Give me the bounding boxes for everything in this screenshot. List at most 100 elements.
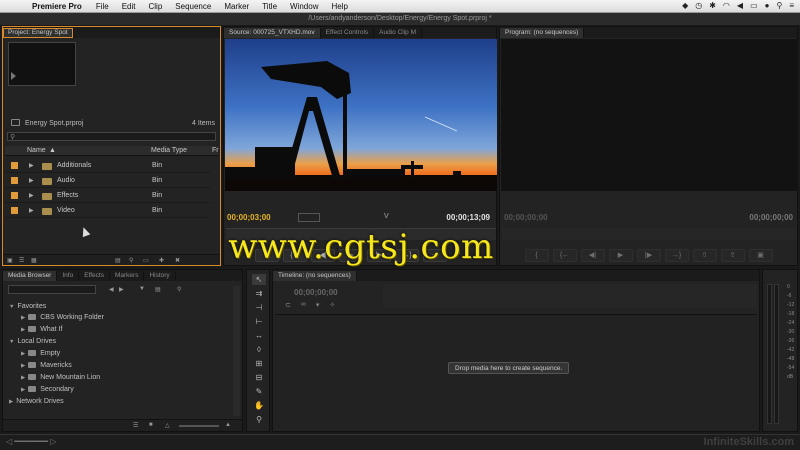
step-back-button[interactable]: ◀| bbox=[580, 249, 605, 262]
clock-icon[interactable]: ◷ bbox=[695, 1, 702, 10]
forward-icon[interactable]: ▶ bbox=[119, 286, 124, 293]
expand-icon[interactable]: ▶ bbox=[29, 207, 34, 214]
tree-item[interactable]: ▶ What If bbox=[21, 326, 62, 333]
tree-item[interactable]: ▶ New Mountain Lion bbox=[21, 374, 100, 381]
view-icon[interactable]: ▤ bbox=[155, 286, 161, 293]
label-color[interactable] bbox=[11, 162, 18, 169]
filter-icon[interactable]: ▼ bbox=[139, 286, 145, 292]
app-menu[interactable]: Premiere Pro bbox=[32, 2, 82, 11]
add-marker-icon[interactable]: ▾ bbox=[316, 301, 320, 309]
list-item[interactable]: ▶ Additionals Bin bbox=[5, 158, 210, 173]
rolling-edit-tool-icon[interactable]: ⊢ bbox=[252, 316, 266, 327]
icon-view-icon[interactable]: ▦ bbox=[31, 257, 37, 264]
linked-selection-icon[interactable]: ∞ bbox=[301, 301, 306, 309]
spotlight-icon[interactable]: ⚲ bbox=[776, 1, 782, 10]
search-icon[interactable]: ⚲ bbox=[177, 286, 181, 293]
new-item-icon[interactable]: ✚ bbox=[159, 257, 164, 264]
timeline-ruler[interactable] bbox=[383, 284, 757, 308]
label-color[interactable] bbox=[11, 177, 18, 184]
expand-icon[interactable]: ▶ bbox=[21, 327, 25, 333]
menu-sequence[interactable]: Sequence bbox=[175, 2, 211, 11]
automate-icon[interactable]: ▤ bbox=[115, 257, 121, 264]
expand-icon[interactable]: ▶ bbox=[21, 363, 25, 369]
source-video-frame[interactable] bbox=[225, 39, 497, 191]
razor-tool-icon[interactable]: ◊ bbox=[252, 344, 266, 355]
tree-item[interactable]: ▶ Empty bbox=[21, 350, 60, 357]
col-name[interactable]: Name bbox=[27, 147, 46, 154]
tab-audio-clip-mixer[interactable]: Audio Clip M bbox=[374, 28, 423, 38]
play-button[interactable]: ▶ bbox=[608, 249, 633, 262]
play-icon[interactable] bbox=[11, 72, 16, 80]
pen-tool-icon[interactable]: ✎ bbox=[252, 386, 266, 397]
back-icon[interactable]: ◀ bbox=[109, 286, 114, 293]
tab-info[interactable]: Info bbox=[57, 271, 80, 281]
menu-edit[interactable]: Edit bbox=[122, 2, 136, 11]
list-item[interactable]: ▶ Video Bin bbox=[5, 203, 210, 218]
source-timecode-in[interactable]: 00;00;03;00 bbox=[227, 213, 271, 222]
tree-local-drives[interactable]: ▼ Local Drives bbox=[9, 338, 56, 345]
path-dropdown[interactable] bbox=[8, 285, 96, 294]
slip-tool-icon[interactable]: ⊞ bbox=[252, 358, 266, 369]
export-frame-button[interactable]: ▣ bbox=[748, 249, 773, 262]
selection-tool-icon[interactable]: ↖ bbox=[252, 274, 266, 285]
sort-asc-icon[interactable]: ▲ bbox=[49, 147, 56, 154]
expand-icon[interactable]: ▶ bbox=[29, 162, 34, 169]
zoom-in-icon[interactable]: ▲ bbox=[225, 422, 231, 428]
tab-history[interactable]: History bbox=[144, 271, 176, 281]
battery-icon[interactable]: ▭ bbox=[750, 1, 758, 10]
timeline-timecode[interactable]: 00;00;00;00 bbox=[294, 288, 338, 297]
clear-icon[interactable]: ✖ bbox=[175, 257, 180, 264]
menu-window[interactable]: Window bbox=[290, 2, 318, 11]
collapse-icon[interactable]: ▼ bbox=[9, 304, 14, 310]
menu-file[interactable]: File bbox=[96, 2, 109, 11]
tab-timeline[interactable]: Timeline: (no sequences) bbox=[273, 271, 357, 281]
menu-clip[interactable]: Clip bbox=[149, 2, 163, 11]
track-select-tool-icon[interactable]: ⇉ bbox=[252, 288, 266, 299]
zoom-slider-icon[interactable]: ◁ ━━━━━━━ ▷ bbox=[6, 437, 56, 446]
step-forward-button[interactable]: |▶ bbox=[636, 249, 661, 262]
program-timecode[interactable]: 00;00;00;00 bbox=[504, 213, 548, 222]
volume-icon[interactable]: ◀ bbox=[737, 1, 743, 10]
tree-favorites[interactable]: ▼ Favorites bbox=[9, 303, 46, 310]
menu-marker[interactable]: Marker bbox=[224, 2, 249, 11]
go-to-out-button[interactable]: →} bbox=[664, 249, 689, 262]
label-color[interactable] bbox=[11, 192, 18, 199]
tab-program[interactable]: Program: (no sequences) bbox=[500, 28, 585, 38]
media-scrollbar[interactable] bbox=[233, 286, 240, 416]
expand-icon[interactable]: ▶ bbox=[9, 399, 13, 405]
list-view-icon[interactable]: ☰ bbox=[133, 422, 138, 429]
icon-view-icon[interactable]: ■ bbox=[149, 422, 153, 428]
program-time-ruler[interactable] bbox=[502, 228, 797, 240]
label-color[interactable] bbox=[11, 207, 18, 214]
zoom-slider[interactable] bbox=[179, 425, 219, 427]
tab-effect-controls[interactable]: Effect Controls bbox=[321, 28, 375, 38]
wrench-icon[interactable]: ✧ bbox=[329, 301, 335, 309]
zoom-fit-dropdown[interactable] bbox=[298, 213, 320, 222]
tab-project[interactable]: Project: Energy Spot bbox=[3, 28, 74, 38]
lift-button[interactable]: ⇧ bbox=[692, 249, 717, 262]
list-item[interactable]: ▶ Effects Bin bbox=[5, 188, 210, 203]
ripple-edit-tool-icon[interactable]: ⊣ bbox=[252, 302, 266, 313]
bluetooth-icon[interactable]: ✱ bbox=[709, 1, 716, 10]
tab-media-browser[interactable]: Media Browser bbox=[3, 271, 58, 281]
tab-source[interactable]: Source: 000725_VTXHD.mov bbox=[224, 28, 321, 38]
zoom-tool-icon[interactable]: ⚲ bbox=[252, 414, 266, 425]
wifi-icon[interactable]: ◠ bbox=[723, 1, 730, 10]
lock-icon[interactable]: ▣ bbox=[7, 257, 13, 264]
new-bin-icon[interactable]: ▭ bbox=[143, 257, 149, 264]
tree-network-drives[interactable]: ▶ Network Drives bbox=[9, 398, 64, 405]
slide-tool-icon[interactable]: ⊟ bbox=[252, 372, 266, 383]
zoom-out-icon[interactable]: △ bbox=[165, 422, 170, 429]
user-icon[interactable]: ● bbox=[765, 1, 770, 10]
tab-markers[interactable]: Markers bbox=[110, 271, 145, 281]
col-frame-rate[interactable]: Fr bbox=[212, 147, 219, 154]
list-view-icon[interactable]: ☰ bbox=[19, 257, 24, 264]
rate-stretch-tool-icon[interactable]: ↔ bbox=[252, 330, 266, 341]
mark-in-button[interactable]: { bbox=[524, 249, 549, 262]
snap-icon[interactable]: ⊂ bbox=[285, 301, 291, 309]
tree-item[interactable]: ▶ CBS Working Folder bbox=[21, 314, 104, 321]
menu-list-icon[interactable]: ≡ bbox=[789, 1, 794, 10]
hand-tool-icon[interactable]: ✋ bbox=[252, 400, 266, 411]
extract-button[interactable]: ⇪ bbox=[720, 249, 745, 262]
col-media-type[interactable]: Media Type bbox=[151, 147, 187, 154]
